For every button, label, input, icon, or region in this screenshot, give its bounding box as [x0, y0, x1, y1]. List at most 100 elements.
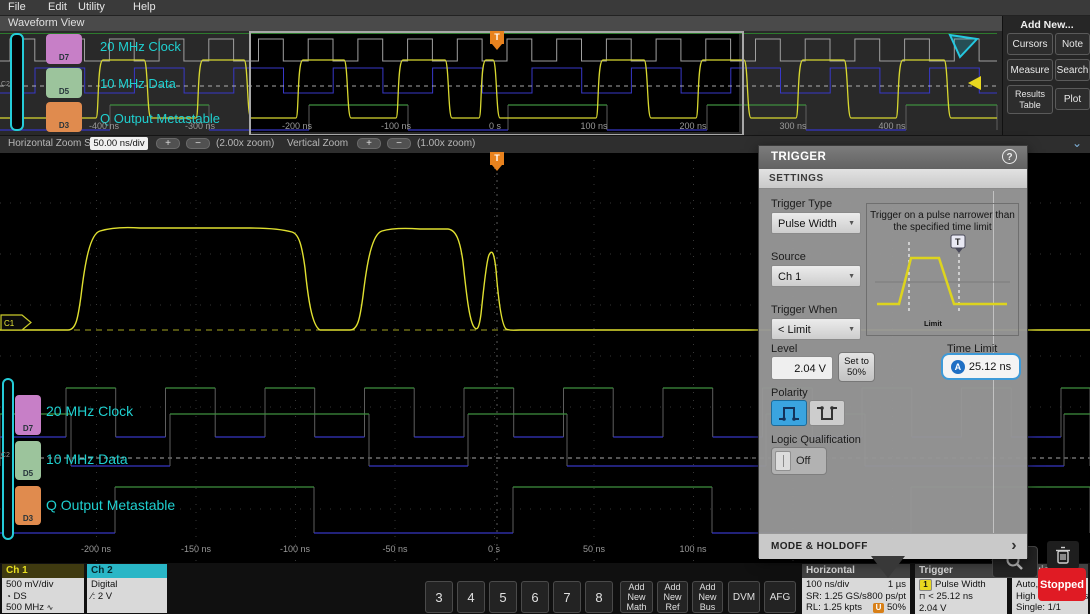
trigger-settings-panel: TRIGGER ? SETTINGS Trigger Type Pulse Wi…	[758, 145, 1028, 559]
d5-chip[interactable]: D5	[46, 68, 82, 98]
ch2-mode: Digital	[91, 579, 118, 590]
trigger-when-dropdown[interactable]: < Limit ▼	[771, 318, 861, 340]
set-to-50-button[interactable]: Set to 50%	[838, 352, 875, 382]
search-button[interactable]: Search	[1055, 59, 1090, 81]
add-new-title: Add New...	[1020, 19, 1074, 31]
d3-chip[interactable]: D3	[46, 102, 82, 132]
menu-help[interactable]: Help	[133, 1, 156, 13]
bottom-status-bar: Ch 1 500 mV/div ◔ DS 500 MHz ∿ Ch 2 Digi…	[0, 562, 1090, 614]
settings-tab[interactable]: SETTINGS	[759, 169, 1027, 189]
trigger-condition: < 25.12 ns	[928, 591, 973, 602]
plot-button[interactable]: Plot	[1055, 88, 1090, 110]
h-scale: 100 ns/div	[806, 579, 850, 590]
ch2-threshold: 2 V	[97, 590, 113, 602]
digital-group-handle[interactable]	[2, 378, 14, 540]
acq-single: Single: 1/1	[1016, 602, 1061, 613]
time-label: 0 s	[488, 121, 502, 131]
channel-5-button[interactable]: 5	[489, 581, 517, 613]
d7-label: 20 MHz Clock	[46, 403, 134, 419]
time-limit-field[interactable]: A 25.12 ns	[941, 353, 1021, 380]
add-new-math-button[interactable]: Add New Math	[620, 581, 653, 613]
svg-text:Limit: Limit	[924, 319, 942, 328]
oscilloscope-app: File Edit Utility Help Waveform View Add…	[0, 0, 1090, 614]
d5-chip[interactable]: D5	[15, 441, 41, 480]
h-resolution: 800 ps/pt	[866, 590, 906, 602]
a-knob-icon: A	[950, 359, 965, 374]
time-label: 100 ns	[580, 121, 608, 131]
h-zoom-plus-button[interactable]: +	[156, 138, 180, 149]
trigger-type-dropdown[interactable]: Pulse Width ▼	[771, 212, 861, 234]
channel-6-button[interactable]: 6	[521, 581, 549, 613]
menu-file[interactable]: File	[8, 1, 26, 13]
negative-pulse-icon	[817, 406, 837, 420]
logic-qualification-label: Logic Qualification	[771, 434, 861, 446]
main-trigger-marker[interactable]: T	[490, 152, 504, 171]
add-new-ref-button[interactable]: Add New Ref	[657, 581, 688, 613]
add-new-bus-button[interactable]: Add New Bus	[692, 581, 723, 613]
ch1-badge[interactable]: Ch 1 500 mV/div ◔ DS 500 MHz ∿	[2, 564, 84, 613]
digital-group-handle[interactable]	[10, 33, 24, 131]
h-zoom-scale-field[interactable]: 50.00 ns/div	[90, 137, 148, 150]
source-1-icon: 1	[919, 579, 932, 591]
time-label: -200 ns	[281, 121, 313, 131]
ch1-level-tag[interactable]: C1	[0, 314, 34, 332]
delete-button[interactable]	[1047, 541, 1079, 569]
menu-edit[interactable]: Edit	[48, 1, 67, 13]
trash-icon	[1056, 546, 1070, 564]
channel-7-button[interactable]: 7	[553, 581, 581, 613]
channel-8-button[interactable]: 8	[585, 581, 613, 613]
d7-chip[interactable]: D7	[15, 395, 41, 435]
trigger-when-value: < Limit	[778, 324, 811, 336]
offscreen-trace-arrow-icon[interactable]	[968, 76, 981, 90]
chevron-down-icon: ▼	[848, 220, 855, 227]
channel-3-button[interactable]: 3	[425, 581, 453, 613]
overview-trigger-marker[interactable]: T	[490, 31, 504, 50]
cursors-button[interactable]: Cursors	[1007, 33, 1053, 55]
results-table-button[interactable]: Results Table	[1007, 85, 1053, 114]
help-icon[interactable]: ?	[1002, 149, 1017, 164]
collapse-chevron-icon[interactable]: ⌄	[1072, 136, 1082, 150]
trigger-hint-box: Trigger on a pulse narrower than the spe…	[866, 203, 1019, 336]
d7-chip[interactable]: D7	[46, 34, 82, 64]
level-field[interactable]: 2.04 V	[771, 356, 833, 380]
ch2-marker: C2	[1, 81, 10, 88]
v-zoom-plus-button[interactable]: +	[357, 138, 381, 149]
v-zoom-minus-button[interactable]: −	[387, 138, 411, 149]
zoom-flag-icon[interactable]	[948, 33, 980, 59]
time-limit-value: 25.12 ns	[968, 360, 1012, 373]
afg-button[interactable]: AFG	[764, 581, 796, 613]
d3-chip[interactable]: D3	[15, 486, 41, 525]
time-label: -400 ns	[88, 121, 120, 131]
time-label: -100 ns	[380, 121, 412, 131]
panel-callout-pointer	[871, 556, 905, 578]
h-zoom-minus-button[interactable]: −	[186, 138, 210, 149]
panel-title: TRIGGER	[759, 146, 1027, 169]
d5-label: 10 MHz Data	[46, 451, 128, 467]
d5-label: 10 MHz Data	[100, 76, 176, 91]
time-label: 0 s	[487, 544, 501, 554]
dvm-button[interactable]: DVM	[728, 581, 760, 613]
logic-qualification-toggle[interactable]: Off	[771, 447, 827, 475]
v-zoom-label: Vertical Zoom	[287, 138, 349, 149]
pulse-icon: ⊓	[919, 592, 926, 601]
ch2-marker: C2	[1, 452, 10, 459]
measure-button[interactable]: Measure	[1007, 59, 1053, 81]
d3-label: Q Output Metastable	[46, 497, 176, 513]
svg-text:T: T	[955, 237, 961, 247]
menu-utility[interactable]: Utility	[78, 1, 105, 13]
toggle-grip	[775, 451, 791, 471]
positive-pulse-icon	[779, 407, 799, 421]
stopped-button[interactable]: Stopped	[1038, 568, 1086, 601]
menu-bar: File Edit Utility Help	[0, 0, 1090, 16]
channel-4-button[interactable]: 4	[457, 581, 485, 613]
ch2-badge[interactable]: Ch 2 Digital ∕: 2 V	[87, 564, 167, 613]
trigger-type: Pulse Width	[935, 579, 986, 591]
polarity-positive-button[interactable]	[771, 400, 807, 426]
source-dropdown[interactable]: Ch 1 ▼	[771, 265, 861, 287]
ch1-scale: 500 mV/div	[6, 579, 54, 590]
mode-holdoff-label: MODE & HOLDOFF	[771, 541, 868, 552]
polarity-label: Polarity	[771, 387, 808, 399]
chevron-down-icon: ▼	[848, 326, 855, 333]
polarity-negative-button[interactable]	[809, 400, 845, 426]
note-button[interactable]: Note	[1055, 33, 1090, 55]
